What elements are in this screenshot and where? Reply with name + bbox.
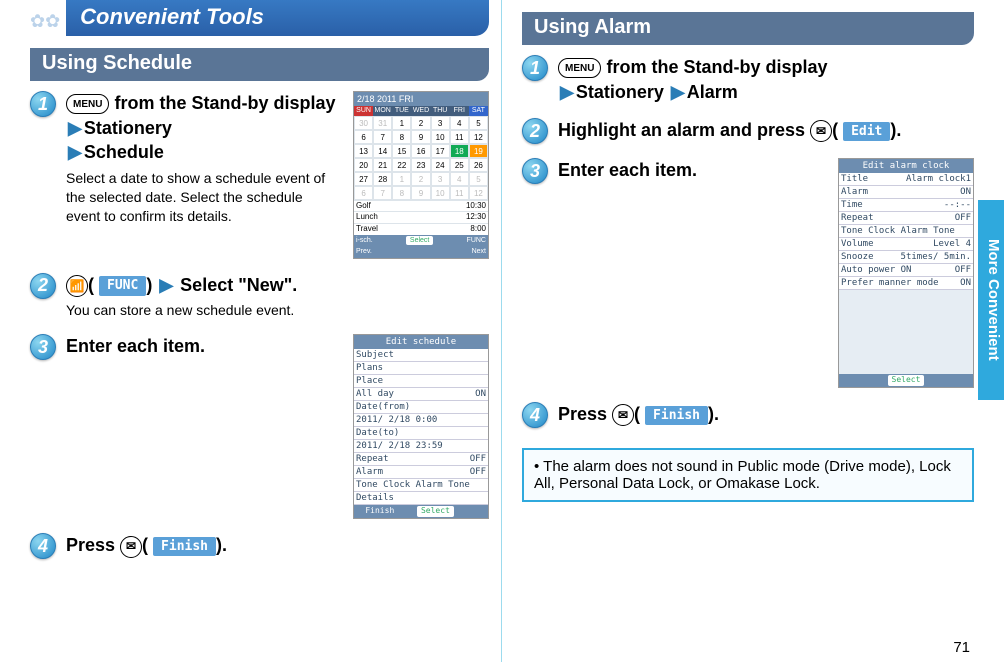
right-column: Using Alarm 1 MENU from the Stand-by dis… <box>502 0 1004 662</box>
step-number: 1 <box>522 55 548 81</box>
menu-key: MENU <box>558 58 601 78</box>
page-number: 71 <box>953 639 970 656</box>
calendar-grid: 3031123456789101112131415161718192021222… <box>354 116 488 200</box>
calendar-title: 2/18 2011 FRI <box>354 92 488 106</box>
edit-schedule-screenshot: Edit schedule SubjectPlansPlaceAll dayON… <box>353 334 489 519</box>
edit-alarm-screenshot: Edit alarm clock TitleAlarm clock1AlarmO… <box>838 158 974 388</box>
step-number: 1 <box>30 91 56 117</box>
step-number: 3 <box>30 334 56 360</box>
step4-pre: Press <box>66 535 120 555</box>
step1-text-a: from the Stand-by display <box>114 93 335 113</box>
arrow-icon: ▶ <box>66 142 84 162</box>
arrow-icon: ▶ <box>558 82 576 102</box>
step2-sub: You can store a new schedule event. <box>66 301 489 320</box>
alarm-step-3: 3 Enter each item. Edit alarm clock Titl… <box>522 158 974 388</box>
step-number: 2 <box>522 118 548 144</box>
section-title-alarm: Using Alarm <box>522 12 974 45</box>
ir-key-icon: 📶 <box>66 275 88 297</box>
schedule-step-1: 1 MENU from the Stand-by display ▶Statio… <box>30 91 489 259</box>
calendar-day-header: SUN MON TUE WED THU FRI SAT <box>354 106 488 115</box>
finish-softkey: Finish <box>645 406 708 426</box>
step4-post: . <box>222 535 227 555</box>
arrow-icon: ▶ <box>66 118 84 138</box>
schedule-step-3: 3 Enter each item. Edit schedule Subject… <box>30 334 489 519</box>
section-title-schedule: Using Schedule <box>30 48 489 81</box>
mail-key-icon: ✉ <box>612 404 634 426</box>
schedule-step-2: 2 📶( FUNC) ▶ Select "New". You can store… <box>30 273 489 320</box>
arrow-icon: ▶ <box>157 275 175 295</box>
alarm1-b: Stationery <box>576 82 664 102</box>
mail-key-icon: ✉ <box>810 120 832 142</box>
calendar-screenshot: 2/18 2011 FRI SUN MON TUE WED THU FRI SA… <box>353 91 489 259</box>
alarm1-a: from the Stand-by display <box>606 57 827 77</box>
alarm-note: • The alarm does not sound in Public mod… <box>522 448 974 502</box>
menu-key: MENU <box>66 94 109 114</box>
edit-alarm-softkeys: Select <box>839 374 973 387</box>
flower-icon: ✿✿ <box>30 11 60 32</box>
calendar-events: Golf10:30 Lunch12:30 Travel8:00 <box>354 200 488 235</box>
mail-key-icon: ✉ <box>120 536 142 558</box>
alarm4-pre: Press <box>558 404 612 424</box>
edit-schedule-title: Edit schedule <box>354 335 488 349</box>
step-number: 2 <box>30 273 56 299</box>
func-softkey: FUNC <box>99 276 146 296</box>
step1-text-b: Stationery <box>84 118 172 138</box>
step1-sub: Select a date to show a schedule event o… <box>66 169 337 226</box>
alarm-step-1: 1 MENU from the Stand-by display ▶Statio… <box>522 55 974 104</box>
finish-softkey: Finish <box>153 537 216 557</box>
step1-text-c: Schedule <box>84 142 164 162</box>
alarm1-c: Alarm <box>687 82 738 102</box>
alarm3-bold: Enter each item. <box>558 158 822 388</box>
alarm-step-2: 2 Highlight an alarm and press ✉( Edit). <box>522 118 974 144</box>
schedule-step-4: 4 Press ✉( Finish). <box>30 533 489 559</box>
edit-schedule-softkeys: Finish Select <box>354 505 488 518</box>
arrow-icon: ▶ <box>669 82 687 102</box>
step2-tail: Select "New". <box>180 275 297 295</box>
side-tab: More Convenient <box>978 200 1004 400</box>
edit-alarm-title: Edit alarm clock <box>839 159 973 173</box>
step-number: 4 <box>522 402 548 428</box>
step3-bold: Enter each item. <box>66 334 337 519</box>
left-column: ✿✿ Convenient Tools Using Schedule 1 MEN… <box>0 0 502 662</box>
manual-page: ✿✿ Convenient Tools Using Schedule 1 MEN… <box>0 0 1004 662</box>
chapter-title: Convenient Tools <box>66 0 489 36</box>
step-number: 3 <box>522 158 548 184</box>
edit-softkey: Edit <box>843 122 890 142</box>
alarm-note-text: The alarm does not sound in Public mode … <box>534 458 951 492</box>
alarm4-post: . <box>714 404 719 424</box>
alarm2-post: . <box>896 120 901 140</box>
alarm2-pre: Highlight an alarm and press <box>558 120 810 140</box>
alarm-step-4: 4 Press ✉( Finish). <box>522 402 974 428</box>
calendar-softkeys: i-sch. Select FUNC <box>354 235 488 246</box>
step-number: 4 <box>30 533 56 559</box>
